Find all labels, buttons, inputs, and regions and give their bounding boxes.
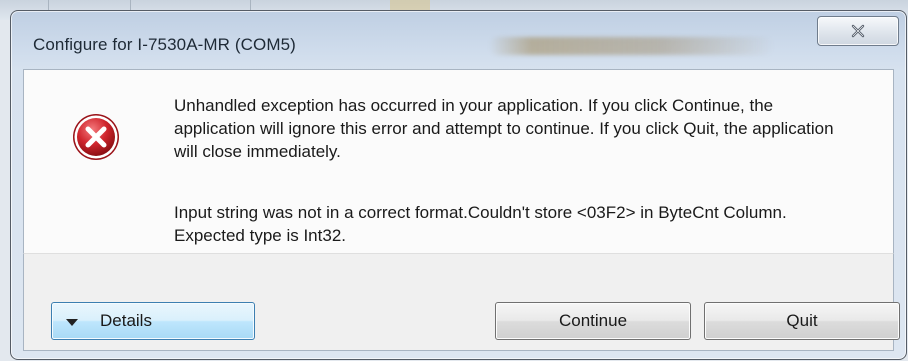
- continue-button[interactable]: Continue: [495, 302, 691, 340]
- quit-button[interactable]: Quit: [704, 302, 900, 340]
- continue-button-label: Continue: [558, 311, 628, 330]
- error-x-icon: [71, 112, 121, 162]
- close-button[interactable]: [817, 16, 899, 46]
- error-dialog-window: Configure for I-7530A-MR (COM5) Unhandle…: [10, 10, 907, 360]
- error-detail: Input string was not in a correct format…: [174, 203, 787, 245]
- chevron-down-icon: [66, 318, 78, 326]
- details-button-label: Details: [100, 311, 152, 330]
- dialog-content: Unhandled exception has occurred in your…: [23, 69, 894, 254]
- close-icon: [851, 24, 865, 38]
- dialog-button-bar: Details Continue Quit: [23, 253, 900, 351]
- window-title: Configure for I-7530A-MR (COM5): [33, 35, 296, 54]
- quit-button-label: Quit: [786, 311, 818, 330]
- error-message: Unhandled exception has occurred in your…: [174, 96, 834, 161]
- details-button[interactable]: Details: [51, 302, 255, 340]
- blurred-background-title: [489, 37, 774, 55]
- title-bar[interactable]: Configure for I-7530A-MR (COM5): [11, 11, 906, 71]
